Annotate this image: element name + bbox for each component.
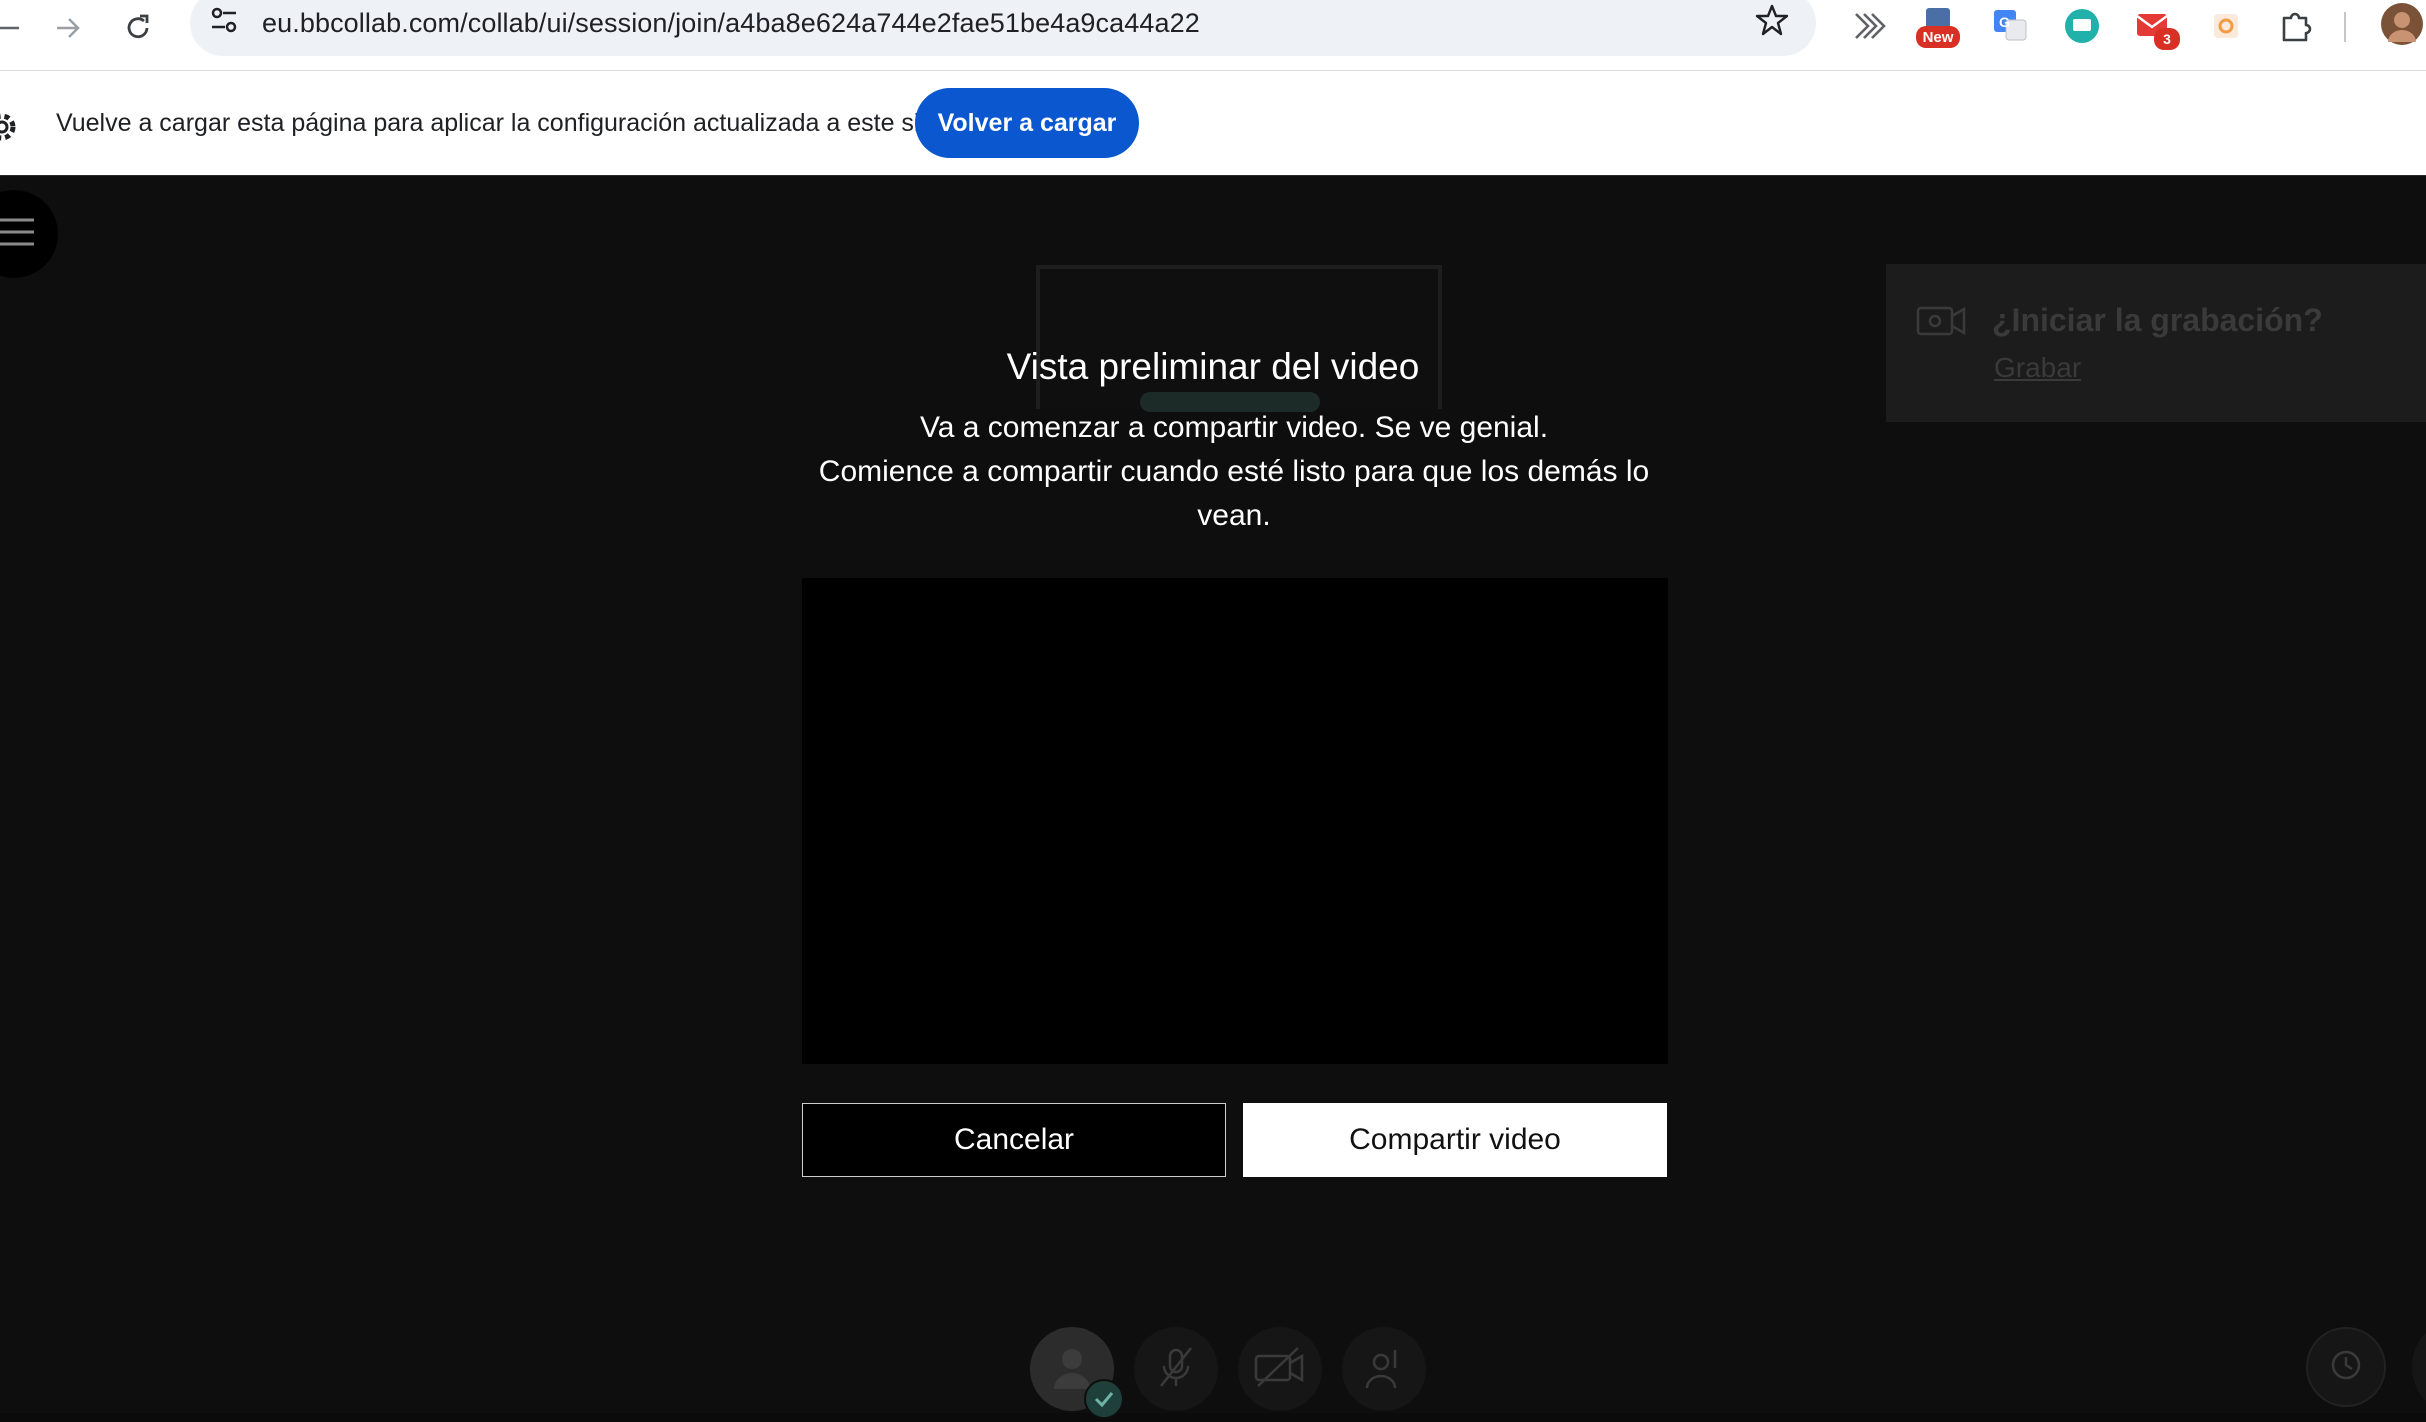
- mail-count-badge: 3: [2154, 28, 2180, 50]
- url-text[interactable]: eu.bbcollab.com/collab/ui/session/join/a…: [262, 8, 1200, 39]
- microphone-muted-icon: [1151, 1342, 1201, 1397]
- new-badge: New: [1916, 26, 1960, 48]
- address-bar[interactable]: eu.bbcollab.com/collab/ui/session/join/a…: [190, 0, 1816, 56]
- dialog-line-1: Va a comenzar a compartir video. Se ve g…: [919, 411, 1549, 444]
- google-translate-icon[interactable]: G: [1990, 6, 2030, 46]
- video-preview: [802, 578, 1668, 1064]
- dialog-line-2: Comience a compartir cuando esté listo p…: [818, 455, 1650, 532]
- svg-text:G: G: [1999, 14, 2010, 30]
- bookmark-star-icon[interactable]: [1754, 2, 1790, 43]
- orange-extension-icon[interactable]: [2206, 6, 2246, 46]
- screen-share-extension-icon[interactable]: [2062, 6, 2102, 46]
- clock-icon: [2326, 1345, 2366, 1390]
- infobar-message: Vuelve a cargar esta página para aplicar…: [56, 109, 946, 137]
- hamburger-menu-icon: [0, 212, 38, 257]
- site-settings-icon[interactable]: [206, 2, 242, 43]
- browser-toolbar: eu.bbcollab.com/collab/ui/session/join/a…: [0, 0, 2426, 71]
- camera-off-icon: [1252, 1342, 1308, 1397]
- recording-title: ¿Iniciar la grabación?: [1992, 302, 2323, 338]
- session-timer-button[interactable]: [2306, 1327, 2386, 1407]
- mail-extension-icon[interactable]: 3: [2134, 6, 2180, 50]
- gear-icon: [0, 107, 22, 152]
- camera-button[interactable]: [1238, 1327, 1322, 1411]
- microphone-button[interactable]: [1134, 1327, 1218, 1411]
- forward-icon[interactable]: [46, 6, 90, 50]
- dialog-title: Vista preliminar del video: [1006, 346, 1420, 387]
- profile-avatar[interactable]: [2380, 2, 2424, 46]
- puzzle-extensions-icon[interactable]: [2276, 6, 2316, 46]
- dialog-description: Va a comenzar a compartir video. Se ve g…: [818, 406, 1650, 538]
- status-check-icon: [1084, 1379, 1124, 1419]
- extensions-overflow-icon[interactable]: [1848, 6, 1888, 46]
- back-icon[interactable]: [0, 6, 30, 50]
- session-menu-button[interactable]: [0, 190, 58, 278]
- settings-reload-infobar: Vuelve a cargar esta página para aplicar…: [0, 71, 2426, 177]
- recording-prompt: ¿Iniciar la grabación? Grabar: [1886, 264, 2426, 422]
- raise-hand-icon: [1359, 1342, 1409, 1397]
- raise-hand-button[interactable]: [1342, 1327, 1426, 1411]
- reload-icon[interactable]: [116, 6, 160, 50]
- toolbar-divider: [2344, 12, 2346, 42]
- share-video-button[interactable]: Compartir video: [1243, 1103, 1667, 1177]
- camera-record-icon: [1916, 300, 1968, 345]
- reload-button[interactable]: Volver a cargar: [915, 88, 1139, 158]
- new-extension-icon[interactable]: New: [1916, 6, 1960, 48]
- cancel-button[interactable]: Cancelar: [802, 1103, 1226, 1177]
